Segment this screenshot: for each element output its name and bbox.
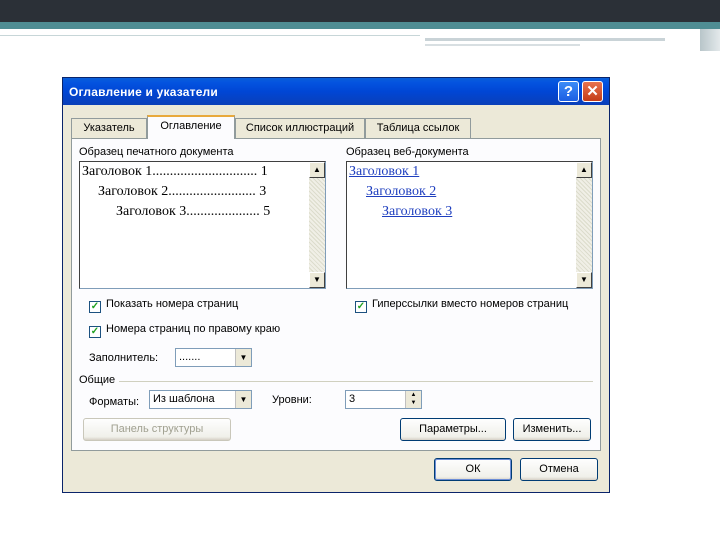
slide-header-bar bbox=[0, 0, 720, 22]
tab-leader-select[interactable]: ....... ▼ bbox=[175, 348, 252, 367]
print-preview-box: Заголовок 1.............................… bbox=[79, 161, 326, 289]
outline-toolbar-button[interactable]: Панель структуры bbox=[83, 418, 231, 441]
print-preview-line: Заголовок 2......................... 3 bbox=[98, 184, 267, 199]
web-preview-scrollbar[interactable]: ▲ ▼ bbox=[576, 162, 592, 288]
formats-value: Из шаблона bbox=[153, 393, 215, 405]
print-preview-label: Образец печатного документа bbox=[79, 146, 234, 158]
slide-header-corner bbox=[700, 29, 720, 51]
help-button[interactable]: ? bbox=[558, 81, 579, 102]
modify-button[interactable]: Изменить... bbox=[513, 418, 591, 441]
right-align-page-numbers-checkbox[interactable]: ✓ Номера страниц по правому краю bbox=[89, 323, 280, 338]
tab-index[interactable]: Указатель bbox=[71, 118, 147, 138]
tab-table-of-contents[interactable]: Оглавление bbox=[147, 115, 235, 139]
checkmark-icon[interactable]: ✓ bbox=[89, 326, 101, 338]
levels-spinner[interactable]: 3 ▲ ▼ bbox=[345, 390, 422, 409]
web-preview-box: Заголовок 1 Заголовок 2 Заголовок 3 ▲ ▼ bbox=[346, 161, 593, 289]
scroll-up-icon[interactable]: ▲ bbox=[576, 162, 592, 178]
web-preview-link[interactable]: Заголовок 1 bbox=[349, 164, 419, 180]
show-page-numbers-checkbox[interactable]: ✓ Показать номера страниц bbox=[89, 298, 238, 313]
tab-leader-label: Заполнитель: bbox=[89, 352, 159, 364]
slide-header-accent bbox=[0, 22, 720, 29]
scroll-up-icon[interactable]: ▲ bbox=[309, 162, 325, 178]
levels-label: Уровни: bbox=[272, 394, 312, 406]
checkmark-icon[interactable]: ✓ bbox=[89, 301, 101, 313]
group-divider bbox=[119, 381, 593, 382]
tab-table-of-authorities[interactable]: Таблица ссылок bbox=[365, 118, 471, 138]
slide-header-line bbox=[425, 44, 580, 46]
web-preview-label: Образец веб-документа bbox=[346, 146, 469, 158]
dropdown-arrow-icon[interactable]: ▼ bbox=[235, 349, 251, 366]
web-preview-link[interactable]: Заголовок 3 bbox=[382, 204, 452, 220]
print-preview-line: Заголовок 1.............................… bbox=[82, 164, 268, 179]
formats-label: Форматы: bbox=[89, 396, 140, 408]
toc-dialog: Оглавление и указатели ? ✕ Указатель Огл… bbox=[62, 77, 610, 493]
checkbox-label: Номера страниц по правому краю bbox=[106, 323, 281, 335]
formats-select[interactable]: Из шаблона ▼ bbox=[149, 390, 252, 409]
slide-header-line bbox=[0, 35, 420, 36]
options-button[interactable]: Параметры... bbox=[400, 418, 506, 441]
tab-leader-value: ....... bbox=[179, 351, 201, 363]
scroll-down-icon[interactable]: ▼ bbox=[309, 272, 325, 288]
dialog-titlebar[interactable]: Оглавление и указатели ? ✕ bbox=[63, 78, 609, 105]
dropdown-arrow-icon[interactable]: ▼ bbox=[235, 391, 251, 408]
tab-table-of-figures[interactable]: Список иллюстраций bbox=[235, 118, 365, 138]
print-preview-line: Заголовок 3..................... 5 bbox=[116, 204, 271, 219]
levels-value: 3 bbox=[349, 393, 356, 405]
checkmark-icon[interactable]: ✓ bbox=[355, 301, 367, 313]
close-button[interactable]: ✕ bbox=[582, 81, 603, 102]
slide: Оглавление и указатели ? ✕ Указатель Огл… bbox=[0, 0, 720, 540]
checkbox-label: Гиперссылки вместо номеров страниц bbox=[372, 298, 569, 310]
checkbox-label: Показать номера страниц bbox=[106, 298, 239, 310]
print-preview-scrollbar[interactable]: ▲ ▼ bbox=[309, 162, 325, 288]
spin-down-icon[interactable]: ▼ bbox=[405, 399, 421, 408]
slide-header-line bbox=[425, 38, 665, 41]
dialog-title: Оглавление и указатели bbox=[69, 85, 218, 99]
cancel-button[interactable]: Отмена bbox=[520, 458, 598, 481]
web-preview-link[interactable]: Заголовок 2 bbox=[366, 184, 436, 200]
hyperlinks-checkbox[interactable]: ✓ Гиперссылки вместо номеров страниц bbox=[355, 298, 568, 313]
ok-button[interactable]: ОК bbox=[434, 458, 512, 481]
general-group-label: Общие bbox=[79, 374, 116, 386]
scroll-down-icon[interactable]: ▼ bbox=[576, 272, 592, 288]
